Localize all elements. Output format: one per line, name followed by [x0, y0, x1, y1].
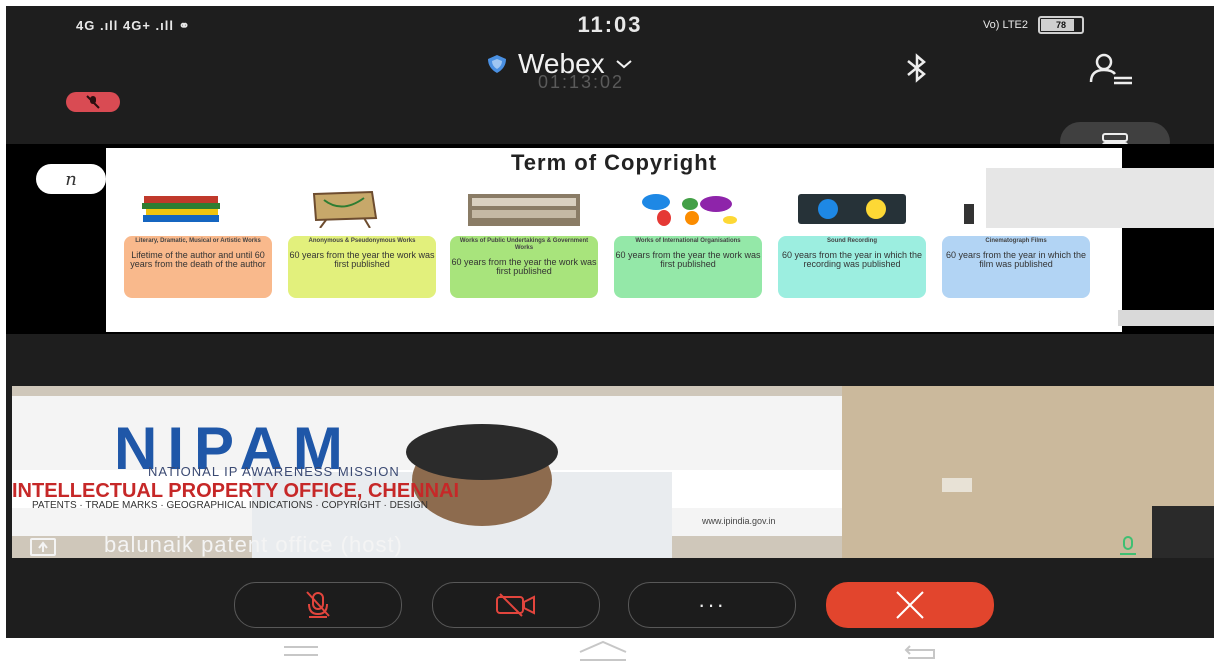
copyright-term-card: Works of International Organisations 60 y… [614, 236, 762, 298]
redaction-block [1118, 310, 1214, 326]
copyright-term-card: Sound Recording 60 years from the year in… [778, 236, 926, 298]
annotate-button[interactable]: n [36, 164, 106, 194]
call-controls: ··· [6, 582, 1214, 634]
card-body: 60 years from the year the work was firs… [451, 257, 597, 276]
recent-apps-icon[interactable] [284, 644, 318, 658]
status-right: Vo) LTE2 78 [983, 16, 1084, 34]
banner-web: www.ipindia.gov.in [702, 516, 776, 526]
phone-screen: 4G .ıll 4G+ .ıll ⚭ 11:03 Vo) LTE2 78 Web… [6, 6, 1214, 638]
share-icon [30, 538, 56, 556]
shield-icon [488, 55, 506, 73]
bluetooth-icon[interactable] [904, 52, 930, 84]
meeting-header: Webex 01:13:02 [6, 46, 1214, 106]
battery-icon: 78 [1038, 16, 1084, 34]
banner-subtitle: NATIONAL IP AWARENESS MISSION [148, 464, 400, 479]
close-icon [896, 591, 924, 619]
copyright-term-card: Literary, Dramatic, Musical or Artistic … [124, 236, 272, 298]
muted-mic-icon [306, 591, 330, 618]
self-muted-indicator [66, 92, 120, 112]
books-icon [142, 196, 220, 222]
meeting-timer: 01:13:02 [538, 72, 625, 92]
participants-icon[interactable] [1088, 52, 1134, 86]
more-icon: ··· [698, 592, 726, 617]
home-icon[interactable] [576, 640, 630, 662]
status-bar: 4G .ıll 4G+ .ıll ⚭ 11:03 Vo) LTE2 78 [6, 6, 1214, 46]
system-nav-bar [0, 638, 1220, 664]
more-options-button[interactable]: ··· [628, 582, 796, 628]
card-body: Lifetime of the author and until 60 year… [130, 250, 266, 269]
card-title: Sound Recording [827, 238, 877, 244]
muted-mic-icon [86, 95, 100, 109]
copyright-term-card: Cinematograph Films 60 years from the yea… [942, 236, 1090, 298]
mute-button[interactable] [234, 582, 402, 628]
participant-name-bar: balunaik patent office (host) [6, 532, 1214, 558]
card-title: Cinematograph Films [985, 238, 1047, 244]
film-camera-icon [964, 204, 974, 224]
banner-line: PATENTS · TRADE MARKS · GEOGRAPHICAL IND… [32, 500, 428, 511]
card-title: Anonymous & Pseudonymous Works [308, 238, 416, 244]
copyright-term-card: Works of Public Undertakings & Governmen… [450, 236, 598, 298]
world-map-icon [642, 194, 737, 226]
card-title: Works of International Organisations [635, 238, 741, 244]
audio-cassette-icon [798, 194, 906, 224]
archive-shelves-icon [468, 194, 580, 226]
presentation-slide: Term of Copyright Literary, Dramatic, Mu… [106, 148, 1122, 332]
video-button[interactable] [432, 582, 600, 628]
easel-painting-icon [312, 190, 378, 228]
copyright-term-card: Anonymous & Pseudonymous Works 60 years f… [288, 236, 436, 298]
chevron-down-icon [615, 60, 632, 69]
participant-name: balunaik patent office (host) [104, 532, 403, 557]
end-call-button[interactable] [826, 582, 994, 628]
back-icon[interactable] [904, 644, 938, 660]
video-off-icon [496, 593, 535, 617]
shared-content[interactable]: Term of Copyright Literary, Dramatic, Mu… [6, 144, 1214, 334]
card-body: 60 years from the year the work was firs… [289, 250, 435, 269]
card-body: 60 years from the year in which the film… [945, 250, 1087, 269]
battery-level: 78 [1055, 20, 1066, 30]
card-body: 60 years from the year in which the reco… [781, 250, 923, 269]
mic-icon [1120, 536, 1136, 555]
card-title: Literary, Dramatic, Musical or Artistic … [135, 238, 261, 244]
annotate-icon: n [65, 168, 77, 190]
network-label: Vo) LTE2 [982, 19, 1028, 31]
slide-title: Term of Copyright [510, 150, 718, 175]
card-title: Works of Public Undertakings & Governmen… [459, 238, 589, 251]
redaction-block [986, 168, 1214, 228]
card-body: 60 years from the year the work was firs… [615, 250, 761, 269]
